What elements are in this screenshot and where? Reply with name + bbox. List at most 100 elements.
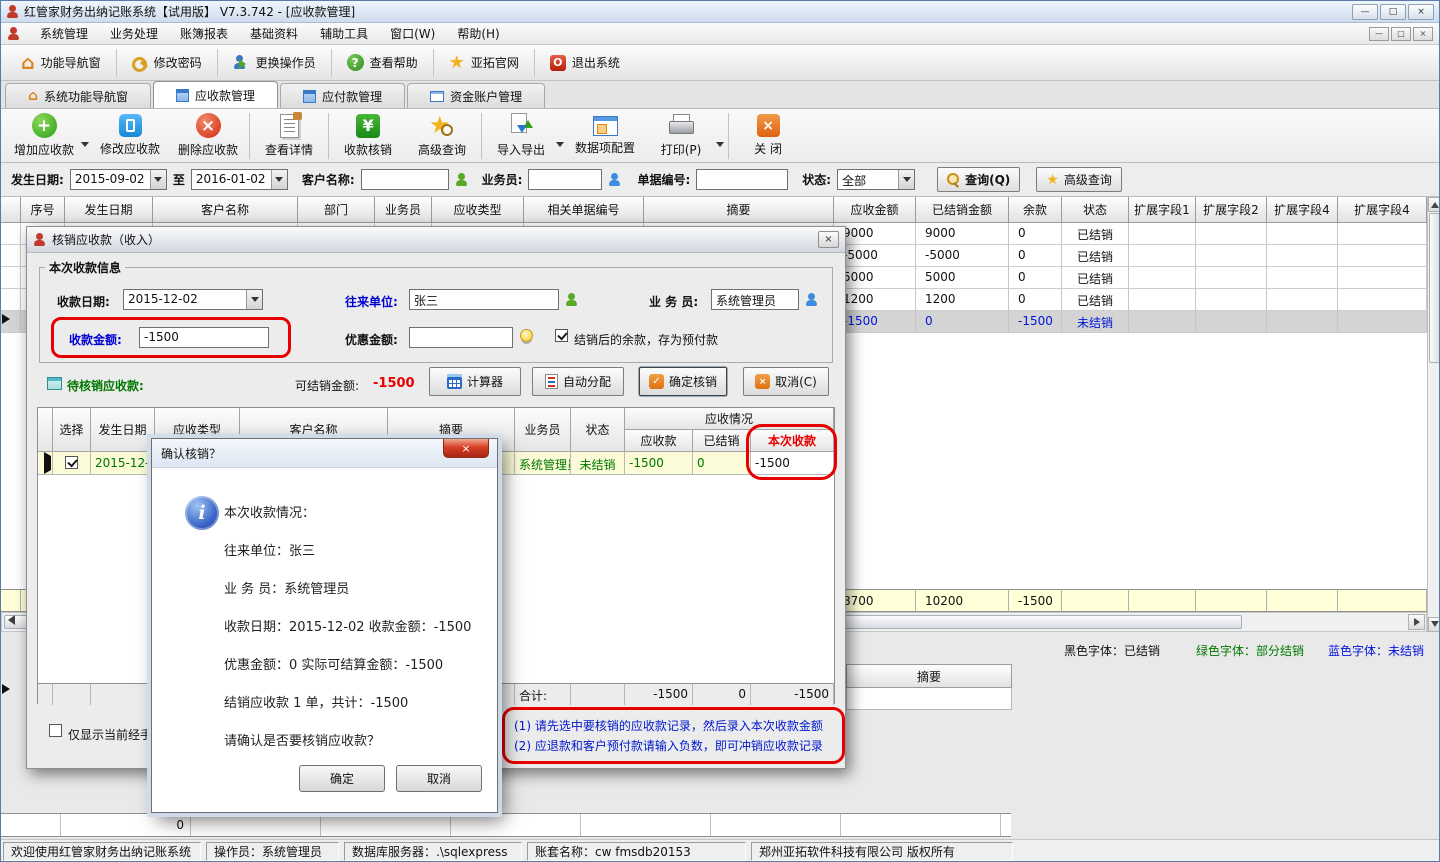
- menu-reports[interactable]: 账簿报表: [178, 24, 230, 43]
- minimize-button[interactable]: —: [1352, 4, 1378, 20]
- dropdown-arrow-icon[interactable]: [556, 142, 564, 151]
- restore-button[interactable]: □: [1380, 4, 1406, 20]
- document-icon: [280, 114, 299, 138]
- group-col-header: 应收情况: [625, 408, 834, 430]
- menu-help[interactable]: 帮助(H): [455, 24, 501, 43]
- auto-assign-button[interactable]: 自动分配: [532, 367, 624, 396]
- customer-input[interactable]: [361, 169, 449, 190]
- col-header[interactable]: 客户名称: [153, 197, 298, 223]
- pending-list-icon: [47, 377, 62, 390]
- advanced-query-button[interactable]: ★ 高级查询: [405, 110, 479, 161]
- tab-system-nav[interactable]: ⌂ 系统功能导航窗: [5, 83, 151, 108]
- confirm-close-button[interactable]: ×: [443, 439, 489, 458]
- view-detail-button[interactable]: 查看详情: [252, 111, 326, 161]
- col-header[interactable]: 扩展字段2: [1196, 197, 1267, 223]
- mdi-minimize-button[interactable]: —: [1369, 27, 1389, 41]
- legend-settled: 黑色字体：已结销: [1064, 642, 1160, 660]
- discount-input[interactable]: [409, 327, 513, 348]
- confirm-cancel-button[interactable]: 取消: [396, 765, 482, 792]
- close-button[interactable]: ×: [1408, 4, 1434, 20]
- col-header[interactable]: 扩展字段4: [1267, 197, 1338, 223]
- row-select-checkbox[interactable]: [53, 452, 91, 475]
- scroll-left-icon[interactable]: [3, 615, 15, 625]
- add-receivable-button[interactable]: + 增加应收款: [5, 110, 83, 161]
- menu-basedata[interactable]: 基础资料: [248, 24, 300, 43]
- switch-operator-button[interactable]: 更换操作员: [221, 48, 328, 78]
- dialog-close-button[interactable]: ×: [818, 231, 839, 248]
- vertical-scrollbar[interactable]: [1427, 197, 1440, 632]
- confirm-line: 收款日期：2015-12-02 收款金额：-1500: [224, 616, 471, 635]
- salesman-picker-icon[interactable]: [608, 173, 621, 186]
- col-header[interactable]: 状态: [1062, 197, 1129, 223]
- col-header[interactable]: 余款: [1009, 197, 1062, 223]
- col-header[interactable]: 业务员: [375, 197, 432, 223]
- col-header[interactable]: 摘要: [644, 197, 834, 223]
- cancel-writeoff-button[interactable]: × 取消(C): [743, 367, 829, 396]
- col-header[interactable]: 应收类型: [432, 197, 524, 223]
- col-header[interactable]: 扩展字段1: [1129, 197, 1196, 223]
- party-picker-icon[interactable]: [565, 293, 578, 306]
- salesman-input[interactable]: [528, 169, 602, 190]
- receipt-writeoff-button[interactable]: ¥ 收款核销: [331, 111, 405, 161]
- docno-input[interactable]: [696, 169, 788, 190]
- edit-receivable-button[interactable]: 修改应收款: [91, 111, 169, 160]
- menu-window[interactable]: 窗口(W): [388, 24, 437, 43]
- to-label: 至: [173, 171, 185, 188]
- scroll-right-button[interactable]: [1408, 614, 1425, 630]
- col-header[interactable]: 相关单据编号: [524, 197, 644, 223]
- scrollbar-thumb[interactable]: [1429, 213, 1440, 363]
- menu-system[interactable]: 系统管理: [38, 24, 90, 43]
- date-label: 发生日期:: [11, 171, 64, 188]
- confirm-ok-button[interactable]: 确定: [299, 765, 385, 792]
- import-export-button[interactable]: 导入导出: [484, 110, 558, 161]
- dropdown-arrow-icon[interactable]: [716, 142, 724, 151]
- cancel-icon: ×: [755, 374, 770, 389]
- salesman-picker-icon[interactable]: [805, 293, 818, 306]
- view-help-button[interactable]: ? 查看帮助: [335, 48, 430, 78]
- table-icon: [303, 90, 316, 103]
- date-to-combo[interactable]: 2016-01-02: [191, 169, 288, 190]
- receipt-amount-input[interactable]: -1500: [139, 327, 269, 348]
- menu-tools[interactable]: 辅助工具: [318, 24, 370, 43]
- menu-business[interactable]: 业务处理: [108, 24, 160, 43]
- advanced-query-button-2[interactable]: ★ 高级查询: [1036, 167, 1122, 192]
- col-header[interactable]: 部门: [298, 197, 375, 223]
- col-header[interactable]: 发生日期: [65, 197, 153, 223]
- calculator-button[interactable]: 计算器: [429, 367, 521, 396]
- auto-assign-icon: [545, 374, 558, 389]
- col-header[interactable]: 序号: [21, 197, 65, 223]
- receipt-date-combo[interactable]: 2015-12-02: [123, 289, 263, 310]
- exit-system-button[interactable]: O 退出系统: [538, 48, 632, 78]
- confirm-writeoff-button[interactable]: ✓ 确定核销: [639, 367, 727, 396]
- salesman-input[interactable]: 系统管理员: [711, 289, 799, 310]
- status-combo[interactable]: 全部: [837, 169, 915, 190]
- data-config-button[interactable]: 数据项配置: [566, 113, 644, 159]
- mdi-close-button[interactable]: ×: [1413, 27, 1433, 41]
- current-receipt-cell[interactable]: -1500: [751, 452, 834, 475]
- dropdown-arrow-icon[interactable]: [81, 142, 89, 151]
- help-icon: ?: [347, 54, 364, 71]
- nav-window-button[interactable]: ⌂ 功能导航窗: [9, 48, 113, 78]
- close-tab-button[interactable]: × 关 闭: [731, 111, 805, 160]
- delete-receivable-button[interactable]: × 删除应收款: [169, 110, 247, 161]
- print-button[interactable]: 打印(P): [644, 111, 718, 161]
- scroll-up-button[interactable]: [1428, 197, 1440, 212]
- col-header[interactable]: 已结销金额: [916, 197, 1009, 223]
- change-password-button[interactable]: 修改密码: [120, 48, 214, 78]
- tab-fund-accounts[interactable]: 资金账户管理: [407, 83, 545, 108]
- scroll-down-button[interactable]: [1428, 617, 1440, 632]
- vendor-website-button[interactable]: ★ 亚拓官网: [437, 48, 531, 78]
- party-input[interactable]: 张三: [409, 289, 559, 310]
- col-header[interactable]: 扩展字段4: [1338, 197, 1427, 223]
- menubar: 系统管理 业务处理 账簿报表 基础资料 辅助工具 窗口(W) 帮助(H) — □…: [1, 23, 1439, 45]
- prepay-checkbox[interactable]: [555, 329, 568, 343]
- date-from-combo[interactable]: 2015-09-02: [70, 169, 167, 190]
- query-button[interactable]: 查询(Q): [937, 167, 1020, 192]
- tab-payables[interactable]: 应付款管理: [280, 83, 405, 108]
- mdi-restore-button[interactable]: □: [1391, 27, 1411, 41]
- customer-picker-icon[interactable]: [455, 173, 468, 186]
- col-header[interactable]: 应收金额: [834, 197, 916, 223]
- current-handler-checkbox[interactable]: [49, 724, 62, 738]
- home-icon: ⌂: [21, 54, 35, 72]
- tab-receivables[interactable]: 应收款管理: [153, 81, 278, 108]
